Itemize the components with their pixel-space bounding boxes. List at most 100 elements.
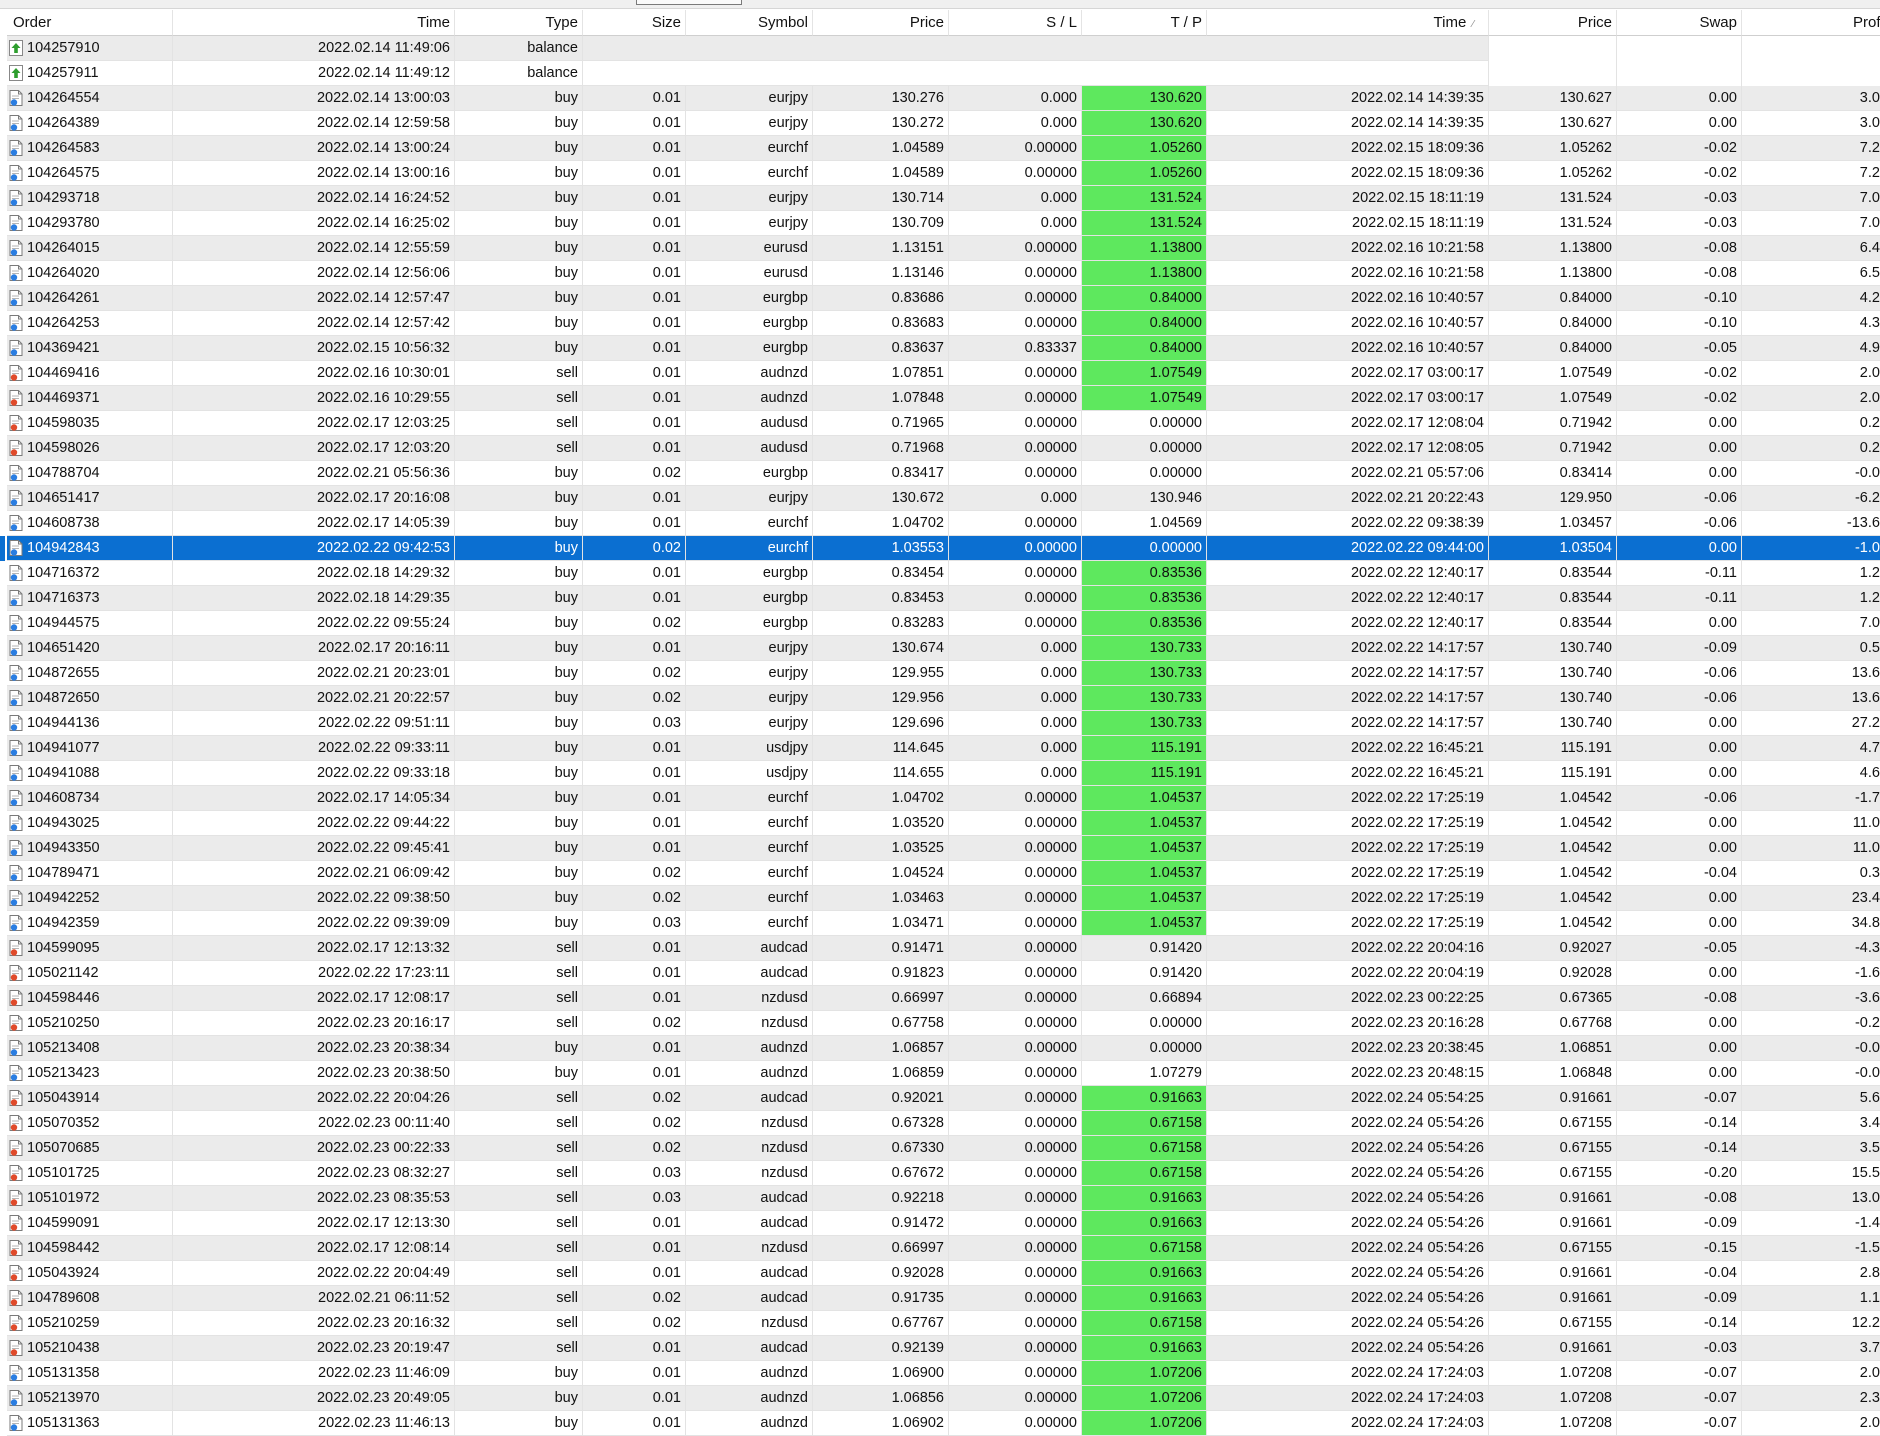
- cell-type: sell: [455, 1336, 583, 1361]
- order-number: 104651417: [27, 489, 100, 506]
- column-header-order[interactable]: Order: [7, 10, 173, 36]
- cell-size: 0.01: [583, 1061, 686, 1086]
- cell-size: 0.01: [583, 161, 686, 186]
- cell-sl: 0.00000: [949, 161, 1082, 186]
- cell-order: 104469371: [7, 386, 173, 411]
- column-header-time[interactable]: Time: [173, 10, 455, 36]
- cell-profit: -1.61: [1742, 961, 1880, 986]
- cell-swap: -0.04: [1617, 1261, 1742, 1286]
- column-header-close-time[interactable]: Time ⁄: [1207, 10, 1489, 36]
- cell-sl: 0.000: [949, 661, 1082, 686]
- cell-swap: 0.00: [1617, 736, 1742, 761]
- cell-size: 0.01: [583, 736, 686, 761]
- cell-symbol: eurchf: [686, 886, 813, 911]
- cell-time: 2022.02.22 09:39:09: [173, 911, 455, 936]
- column-header-sl[interactable]: S / L: [949, 10, 1082, 36]
- column-header-label: Time: [417, 14, 450, 31]
- cell-price: 0.67672: [813, 1161, 949, 1186]
- cell-close-time: [1207, 36, 1489, 61]
- cell-swap: 0.00: [1617, 961, 1742, 986]
- cell-price: 1.03471: [813, 911, 949, 936]
- order-number: 105210259: [27, 1314, 100, 1331]
- order-number: 104257910: [27, 39, 100, 56]
- cell-swap: 0.00: [1617, 86, 1742, 111]
- cell-size: 0.01: [583, 486, 686, 511]
- cell-close-time: 2022.02.22 17:25:19: [1207, 811, 1489, 836]
- column-header-tp[interactable]: T / P: [1082, 10, 1207, 36]
- column-header-symbol[interactable]: Symbol: [686, 10, 813, 36]
- cell-price: 1.13151: [813, 236, 949, 261]
- cell-order: 104942843: [7, 536, 173, 561]
- order-number: 104944136: [27, 714, 100, 731]
- cell-time: 2022.02.23 20:16:32: [173, 1311, 455, 1336]
- order-number: 104941088: [27, 764, 100, 781]
- cell-price: 1.06900: [813, 1361, 949, 1386]
- cell-price: 130.672: [813, 486, 949, 511]
- column-header-profit[interactable]: Profit: [1742, 10, 1880, 36]
- buy-order-icon: [9, 315, 23, 331]
- cell-type: sell: [455, 1011, 583, 1036]
- buy-order-icon: [9, 340, 23, 356]
- cell-type: buy: [455, 911, 583, 936]
- cell-sl: 0.000: [949, 736, 1082, 761]
- cell-swap: -0.02: [1617, 136, 1742, 161]
- cell-sl: 0.00000: [949, 1211, 1082, 1236]
- order-number: 104293718: [27, 189, 100, 206]
- column-header-size[interactable]: Size: [583, 10, 686, 36]
- sell-order-icon: [9, 1015, 23, 1031]
- cell-time: 2022.02.23 20:16:17: [173, 1011, 455, 1036]
- cell-time: 2022.02.23 00:22:33: [173, 1136, 455, 1161]
- cell-close-price: 0.91661: [1489, 1286, 1617, 1311]
- cell-close-price: 0.91661: [1489, 1186, 1617, 1211]
- cell-type: sell: [455, 1186, 583, 1211]
- cell-close-price: 115.191: [1489, 761, 1617, 786]
- column-header-price[interactable]: Price: [813, 10, 949, 36]
- cell-order: 104872650: [7, 686, 173, 711]
- cell-swap: -0.05: [1617, 336, 1742, 361]
- toolbar-tab-stub[interactable]: [636, 0, 742, 5]
- column-header-type[interactable]: Type: [455, 10, 583, 36]
- cell-close-time: 2022.02.23 20:16:28: [1207, 1011, 1489, 1036]
- cell-swap: -0.14: [1617, 1311, 1742, 1336]
- cell-sl: 0.00000: [949, 886, 1082, 911]
- cell-close-price: 0.91661: [1489, 1261, 1617, 1286]
- buy-order-icon: [9, 790, 23, 806]
- cell-sl: 0.00000: [949, 511, 1082, 536]
- cell-symbol: usdjpy: [686, 736, 813, 761]
- cell-type: buy: [455, 486, 583, 511]
- cell-price: 129.956: [813, 686, 949, 711]
- cell-tp: 0.00000: [1082, 461, 1207, 486]
- cell-size: 0.01: [583, 986, 686, 1011]
- buy-order-icon: [9, 165, 23, 181]
- cell-profit: -1.48: [1742, 1211, 1880, 1236]
- cell-sl: 0.000: [949, 711, 1082, 736]
- cell-time: 2022.02.16 10:29:55: [173, 386, 455, 411]
- cell-price: 1.04702: [813, 511, 949, 536]
- cell-symbol: audnzd: [686, 1411, 813, 1436]
- cell-time: 2022.02.23 08:35:53: [173, 1186, 455, 1211]
- cell-swap: -0.14: [1617, 1136, 1742, 1161]
- cell-price: 0.92218: [813, 1186, 949, 1211]
- cell-swap: 0.00: [1617, 1011, 1742, 1036]
- cell-symbol: audcad: [686, 1286, 813, 1311]
- cell-profit: 0.26: [1742, 436, 1880, 461]
- cell-sl: 0.00000: [949, 286, 1082, 311]
- cell-swap: -0.11: [1617, 561, 1742, 586]
- column-header-close-price[interactable]: Price: [1489, 10, 1617, 36]
- cell-type: buy: [455, 136, 583, 161]
- cell-time: 2022.02.21 06:11:52: [173, 1286, 455, 1311]
- cell-sl: 0.000: [949, 111, 1082, 136]
- cell-close-price: [1489, 36, 1617, 61]
- cell-time: 2022.02.22 09:33:11: [173, 736, 455, 761]
- cell-price: 1.06857: [813, 1036, 949, 1061]
- cell-sl: 0.00000: [949, 1261, 1082, 1286]
- column-header-swap[interactable]: Swap: [1617, 10, 1742, 36]
- cell-swap: 0.00: [1617, 711, 1742, 736]
- cell-price: 1.06859: [813, 1061, 949, 1086]
- cell-sl: 0.00000: [949, 611, 1082, 636]
- cell-profit: 13.62: [1742, 686, 1880, 711]
- column-header-label: Time: [1433, 14, 1467, 31]
- cell-close-price: 130.740: [1489, 711, 1617, 736]
- cell-profit: [1742, 36, 1880, 61]
- cell-profit: -3.68: [1742, 986, 1880, 1011]
